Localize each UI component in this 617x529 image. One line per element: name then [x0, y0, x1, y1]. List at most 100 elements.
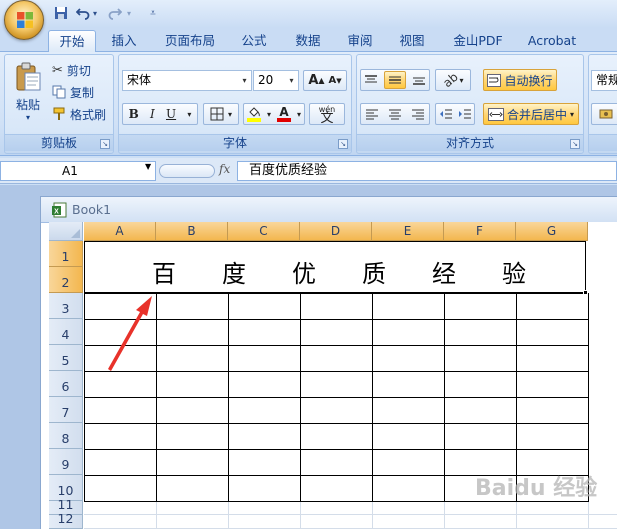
- bold-button[interactable]: B: [129, 107, 139, 121]
- clipboard-launcher-icon[interactable]: ↘: [100, 139, 110, 149]
- tab-home[interactable]: 开始: [48, 30, 96, 52]
- cell-border: [372, 293, 373, 501]
- wrap-text-button[interactable]: 自动换行: [483, 69, 557, 91]
- align-right-icon[interactable]: [411, 108, 425, 120]
- row-header-2[interactable]: 2: [49, 267, 83, 293]
- redo-dropdown-icon[interactable]: ▾: [124, 4, 134, 22]
- column-header-f[interactable]: F: [444, 222, 516, 241]
- gridline: [156, 501, 157, 529]
- column-header-c[interactable]: C: [228, 222, 300, 241]
- save-icon[interactable]: [52, 4, 70, 22]
- row-header-4[interactable]: 4: [49, 319, 83, 345]
- column-header-g[interactable]: G: [516, 222, 588, 241]
- formula-bar-resize-handle[interactable]: [159, 164, 215, 178]
- align-middle-icon[interactable]: [384, 71, 406, 89]
- tab-insert[interactable]: 插入: [104, 30, 144, 52]
- formula-input[interactable]: 百度优质经验: [237, 161, 617, 181]
- font-color-button[interactable]: A: [276, 104, 291, 122]
- tab-view[interactable]: 视图: [392, 30, 432, 52]
- redo-icon[interactable]: [106, 4, 124, 22]
- shrink-font-button[interactable]: A: [329, 75, 337, 86]
- chevron-down-icon[interactable]: ▾: [267, 110, 271, 119]
- number-format-combo[interactable]: 常规: [591, 70, 617, 91]
- chevron-down-icon[interactable]: ▾: [570, 110, 574, 119]
- font-color-letter: A: [279, 104, 289, 119]
- column-header-b[interactable]: B: [156, 222, 228, 241]
- name-box[interactable]: A1: [0, 161, 156, 181]
- align-left-icon[interactable]: [365, 108, 379, 120]
- format-painter-icon: [53, 107, 65, 120]
- cell-border: [156, 293, 157, 501]
- font-group-label: 字体: [119, 134, 351, 151]
- chevron-down-icon: ▾: [227, 109, 232, 119]
- fill-color-swatch: [246, 117, 261, 122]
- accounting-format-button[interactable]: [591, 103, 617, 125]
- chevron-down-icon[interactable]: ▾: [238, 71, 251, 90]
- formula-bar: A1 ▼ fx 百度优质经验: [0, 158, 617, 184]
- merged-cell-a1-g2[interactable]: 百度优质经验: [84, 241, 586, 293]
- orientation-button[interactable]: ab ▾: [435, 69, 471, 91]
- copy-icon: [52, 85, 66, 99]
- row-header-6[interactable]: 6: [49, 371, 83, 397]
- grow-font-button[interactable]: A: [308, 73, 318, 88]
- row-header-7[interactable]: 7: [49, 397, 83, 423]
- chevron-down-icon[interactable]: ▾: [285, 71, 298, 90]
- column-header-a[interactable]: A: [84, 222, 156, 241]
- row-header-1[interactable]: 1: [49, 241, 83, 267]
- paste-button[interactable]: 粘贴 ▾: [9, 59, 47, 125]
- customize-arrow-icon[interactable]: ⩡: [144, 4, 162, 22]
- row-header-12[interactable]: 12: [49, 511, 83, 529]
- merge-center-button[interactable]: 合并后居中 ▾: [483, 103, 579, 125]
- office-button[interactable]: [4, 0, 44, 40]
- merged-cell-char: 百: [152, 260, 176, 288]
- name-box-dropdown-icon[interactable]: ▼: [145, 162, 151, 171]
- copy-button[interactable]: 复制: [51, 81, 111, 103]
- chevron-down-icon[interactable]: ▾: [297, 110, 301, 119]
- tab-acrobat[interactable]: Acrobat: [522, 30, 582, 52]
- underline-dropdown-icon[interactable]: ▾: [187, 110, 191, 119]
- font-size-combo[interactable]: 20 ▾: [253, 70, 299, 91]
- column-header-e[interactable]: E: [372, 222, 444, 241]
- underline-button[interactable]: U: [166, 107, 176, 121]
- font-launcher-icon[interactable]: ↘: [338, 139, 348, 149]
- merged-cell-text: 百度优质经验: [85, 254, 587, 288]
- tab-data[interactable]: 数据: [288, 30, 328, 52]
- merged-cell-char: 优: [292, 260, 316, 288]
- vertical-align-buttons: [360, 69, 430, 91]
- workbook-name: Book1: [72, 202, 112, 217]
- align-center-icon[interactable]: [388, 108, 402, 120]
- cut-button[interactable]: ✂ 剪切: [51, 59, 111, 81]
- tab-review[interactable]: 审阅: [340, 30, 380, 52]
- tab-formulas[interactable]: 公式: [234, 30, 274, 52]
- workbook-titlebar[interactable]: X Book1: [41, 197, 617, 223]
- ribbon-tabs: 开始 插入 页面布局 公式 数据 审阅 视图 金山PDF Acrobat: [0, 28, 617, 52]
- row-header-8[interactable]: 8: [49, 423, 83, 449]
- align-bottom-icon[interactable]: [412, 74, 426, 86]
- row-header-5[interactable]: 5: [49, 345, 83, 371]
- tab-page-layout[interactable]: 页面布局: [158, 30, 222, 52]
- copy-label: 复制: [70, 85, 95, 100]
- fill-color-button[interactable]: [246, 106, 261, 122]
- row-header-3[interactable]: 3: [49, 293, 83, 319]
- alignment-launcher-icon[interactable]: ↘: [570, 139, 580, 149]
- column-header-d[interactable]: D: [300, 222, 372, 241]
- italic-button[interactable]: I: [150, 107, 155, 121]
- undo-dropdown-icon[interactable]: ▾: [90, 4, 100, 22]
- format-painter-button[interactable]: 格式刷: [51, 103, 113, 125]
- decrease-indent-icon[interactable]: [439, 108, 453, 120]
- select-all-corner[interactable]: [49, 222, 83, 241]
- insert-function-icon[interactable]: fx: [219, 162, 230, 176]
- phonetic-button[interactable]: wén 文: [309, 103, 345, 125]
- font-size-grow-shrink: A ▲ A ▼: [303, 70, 347, 91]
- paste-dropdown-icon: ▾: [25, 113, 30, 122]
- align-top-icon[interactable]: [364, 74, 378, 86]
- tab-kingsoft-pdf[interactable]: 金山PDF: [446, 30, 510, 52]
- gridline: [588, 501, 589, 529]
- font-size-value: 20: [258, 73, 274, 87]
- borders-button[interactable]: ▾: [203, 103, 239, 125]
- fill-handle[interactable]: [583, 290, 588, 295]
- row-header-9[interactable]: 9: [49, 449, 83, 475]
- increase-indent-icon[interactable]: [458, 108, 472, 120]
- font-name-combo[interactable]: 宋体 ▾: [122, 70, 252, 91]
- merged-cell-char: 质: [362, 260, 386, 288]
